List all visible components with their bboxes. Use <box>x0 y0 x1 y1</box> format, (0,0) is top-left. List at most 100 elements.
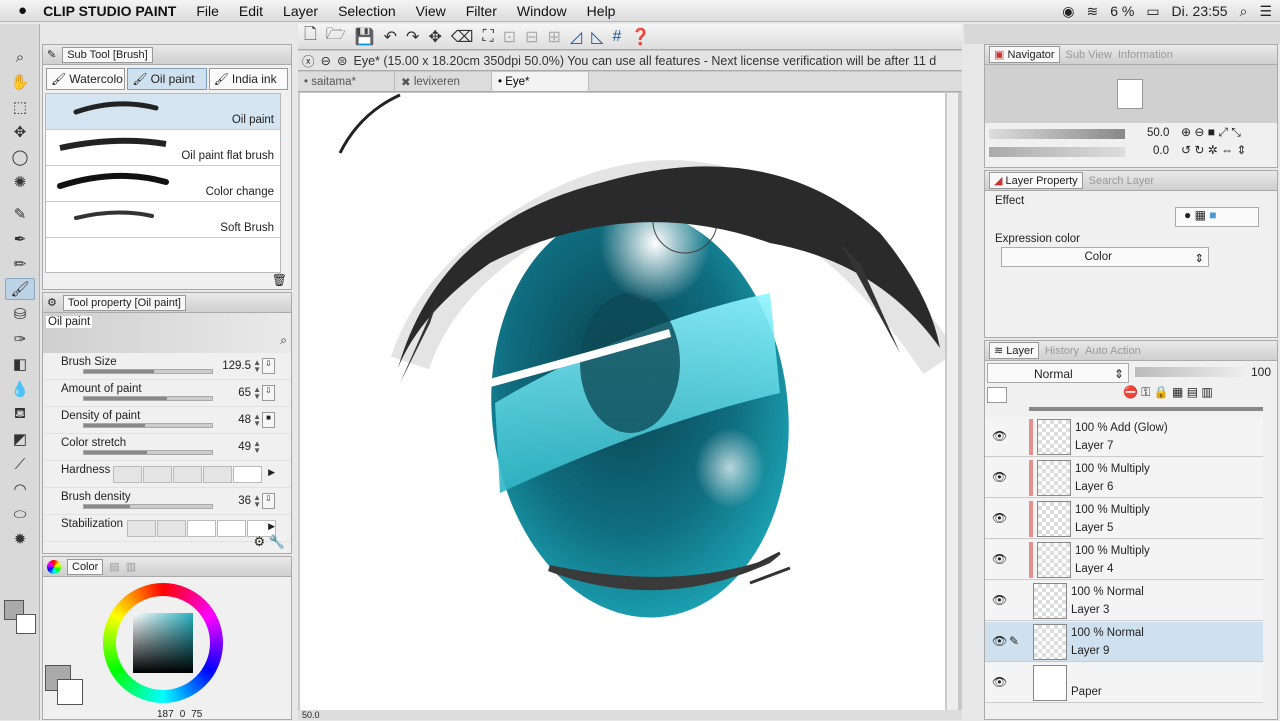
tool-property-title[interactable]: Tool property [Oil paint] <box>62 294 186 311</box>
zoom-slider[interactable] <box>989 129 1125 139</box>
redo-icon[interactable]: ↷ <box>406 27 419 47</box>
saturation-value-field[interactable] <box>133 613 193 673</box>
drawing-canvas[interactable] <box>300 93 945 710</box>
tab-watercolor[interactable]: 🖌 Watercolo <box>46 68 126 90</box>
move-layer-tool-icon[interactable]: ✥ <box>5 121 35 143</box>
pen-pressure-icon[interactable]: ⇩ <box>262 358 275 374</box>
property-slider[interactable] <box>83 504 213 509</box>
sub-tool-title[interactable]: Sub Tool [Brush] <box>62 46 153 63</box>
zoom-value[interactable]: 50.0 <box>1147 127 1169 139</box>
doc-tab-eye[interactable]: • Eye* <box>492 72 589 91</box>
tab-information[interactable]: Information <box>1118 49 1173 61</box>
color-set-icon[interactable]: ▤ <box>109 560 119 573</box>
search-icon[interactable]: ⌕ <box>280 333 287 348</box>
amount-of-paint-row[interactable]: Amount of paint 65 ▲ ▼ ⇩ <box>43 380 291 407</box>
operation-tool-icon[interactable]: ⬚ <box>5 96 35 118</box>
menu-layer[interactable]: Layer <box>273 3 328 19</box>
snap-grid-icon[interactable]: ⊞ <box>548 27 561 47</box>
clear-icon[interactable]: ⌫ <box>451 27 474 47</box>
brush-item-soft-brush[interactable]: Soft Brush <box>46 202 280 238</box>
decoration-icon[interactable]: ✑ <box>5 328 35 350</box>
stepper-icon[interactable]: ▲ ▼ <box>253 359 261 374</box>
lasso-selection-icon[interactable]: ◯ <box>5 146 35 168</box>
tab-oil-paint[interactable]: 🖌 Oil paint <box>127 68 207 90</box>
effect-line-icon[interactable]: ✹ <box>5 528 35 550</box>
hardness-row[interactable]: Hardness ▶ <box>43 461 291 488</box>
new-icon[interactable]: 🗋 <box>304 23 317 50</box>
pen-pressure-icon[interactable]: ■ <box>262 412 275 428</box>
expand-icon[interactable]: ▶ <box>268 467 275 478</box>
tab-color[interactable]: Color <box>67 558 104 575</box>
opacity-value[interactable]: 100 <box>1251 365 1271 379</box>
tab-history[interactable]: History <box>1045 345 1079 357</box>
stepper-icon[interactable]: ▲ ▼ <box>253 386 261 401</box>
property-value[interactable]: 36 <box>238 495 251 507</box>
stepper-icon[interactable]: ▲ ▼ <box>253 440 261 455</box>
property-slider[interactable] <box>83 423 213 428</box>
tab-layer-property[interactable]: ◢ Layer Property <box>989 172 1083 189</box>
layer-color-box[interactable] <box>987 387 1007 403</box>
auto-select-icon[interactable]: ✺ <box>5 171 35 193</box>
doc-tab-saitama[interactable]: • saitama* <box>298 72 395 91</box>
fill-tool-icon[interactable]: ⛾ <box>5 403 35 425</box>
snap-special-icon[interactable]: ⊟ <box>525 27 538 47</box>
spotlight-icon[interactable]: ⌕ <box>1240 3 1248 20</box>
color-stretch-row[interactable]: Color stretch 49 ▲ ▼ <box>43 434 291 461</box>
opacity-slider[interactable] <box>1135 367 1245 377</box>
stepper-icon[interactable]: ▲ ▼ <box>253 413 261 428</box>
rotation-slider[interactable] <box>989 147 1125 157</box>
density-of-paint-row[interactable]: Density of paint 48 ▲ ▼ ■ <box>43 407 291 434</box>
clock[interactable]: Di. 23:55 <box>1172 3 1228 19</box>
layer-row[interactable]: 👁 ✎ 100 % Normal Layer 9 <box>985 622 1263 662</box>
property-value[interactable]: 65 <box>238 387 251 399</box>
pencil-tool-icon[interactable]: ✏ <box>5 253 35 275</box>
pen-pressure-icon[interactable]: ⇩ <box>262 385 275 401</box>
layer-row[interactable]: 👁 100 % Multiply Layer 6 <box>985 458 1263 498</box>
minimize-icon[interactable]: ⊖ <box>321 53 331 68</box>
layer-row[interactable]: 👁 100 % Multiply Layer 5 <box>985 499 1263 539</box>
stepper-icon[interactable]: ▲ ▼ <box>253 494 261 509</box>
grid-icon[interactable]: # <box>613 28 622 46</box>
snap-ruler-icon[interactable]: ⊡ <box>503 27 516 47</box>
undo-icon[interactable]: ↶ <box>384 27 397 47</box>
ellipse-tool-icon[interactable]: ⬭ <box>5 503 35 525</box>
fit-selection-icon[interactable]: ⛶ <box>482 28 493 46</box>
blend-tool-icon[interactable]: 💧 <box>5 378 35 400</box>
delete-subtool-icon[interactable]: 🗑 <box>272 273 287 287</box>
sub-color-box[interactable] <box>57 679 83 705</box>
eye-icon[interactable]: 👁 <box>992 429 1007 443</box>
menu-icon[interactable]: ⊜ <box>337 53 347 68</box>
notification-list-icon[interactable]: ☰ <box>1259 3 1272 20</box>
open-icon[interactable]: 🗁 <box>326 23 346 50</box>
eye-icon[interactable]: 👁 <box>992 593 1007 607</box>
property-value[interactable]: 48 <box>238 414 251 426</box>
layer-row-paper[interactable]: 👁 Paper <box>985 663 1263 703</box>
navigator-preview[interactable] <box>985 65 1277 123</box>
perspective-icon[interactable]: ◺ <box>591 27 603 47</box>
canvas-vertical-scrollbar[interactable] <box>946 93 958 710</box>
settings-icon[interactable]: ⚙ 🔧 <box>254 534 285 550</box>
layer-row[interactable]: 👁 100 % Add (Glow) Layer 7 <box>985 417 1263 457</box>
doc-tab-levixeren[interactable]: ✖ levixeren <box>395 72 492 91</box>
battery-percent[interactable]: 6 % <box>1110 3 1134 19</box>
eye-icon[interactable]: 👁 <box>992 634 1007 648</box>
apple-menu-icon[interactable]: ● <box>0 2 37 19</box>
tab-navigator[interactable]: ▣ Navigator <box>989 46 1060 63</box>
eye-icon[interactable]: 👁 <box>992 511 1007 525</box>
layer-row[interactable]: 👁 100 % Multiply Layer 4 <box>985 540 1263 580</box>
property-value[interactable]: 129.5 <box>222 360 251 372</box>
eyedropper-icon[interactable]: ✎ <box>5 203 35 225</box>
zoom-controls-icon[interactable]: ⊕ ⊖ ■ ⤢ ⤡ <box>1181 125 1241 140</box>
expand-icon[interactable]: ▶ <box>268 521 275 532</box>
airbrush-icon[interactable]: ⛁ <box>5 303 35 325</box>
brush-tool-icon[interactable]: 🖌 <box>5 278 35 300</box>
property-value[interactable]: 49 <box>238 441 251 453</box>
property-slider[interactable] <box>83 369 213 374</box>
menu-filter[interactable]: Filter <box>456 3 507 19</box>
rotate-controls-icon[interactable]: ↺ ↻ ✲ ⇔ ⇕ <box>1181 143 1247 157</box>
eye-icon[interactable]: 👁 <box>992 552 1007 566</box>
menu-view[interactable]: View <box>406 3 456 19</box>
ruler-icon[interactable]: ◿ <box>570 27 582 47</box>
eye-icon[interactable]: 👁 <box>992 470 1007 484</box>
zoom-readout[interactable]: 50.0 <box>298 710 320 720</box>
